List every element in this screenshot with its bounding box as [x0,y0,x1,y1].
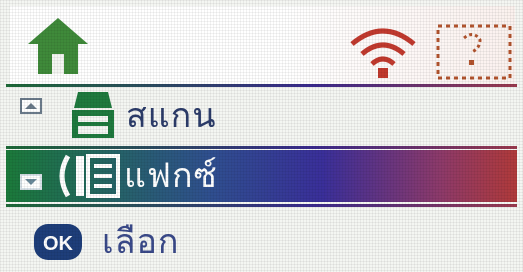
memory-card-icon [436,24,512,80]
select-label: เลือก [102,222,180,262]
scanner-icon [72,92,114,138]
status-bar [10,6,515,84]
fax-icon [59,154,120,198]
ok-hint: OK เลือก [6,214,517,270]
top-divider [6,84,517,87]
scroll-down-icon[interactable] [20,174,42,190]
menu-item-fax[interactable]: แฟกซ์ [6,150,517,202]
ok-key-label: OK [43,233,74,255]
scroll-up-icon[interactable] [20,98,42,114]
ok-button-icon: OK [34,224,82,260]
wifi-icon [350,28,416,78]
row-divider [6,204,517,207]
lcd-screen: สแกน แฟกซ์ OK เลือก [0,0,523,272]
home-icon[interactable] [26,16,90,76]
menu-item-label: แฟกซ์ [124,156,218,196]
menu-item-label: สแกน [126,96,217,136]
row-divider [6,146,517,149]
menu-item-scan[interactable]: สแกน [6,88,517,144]
